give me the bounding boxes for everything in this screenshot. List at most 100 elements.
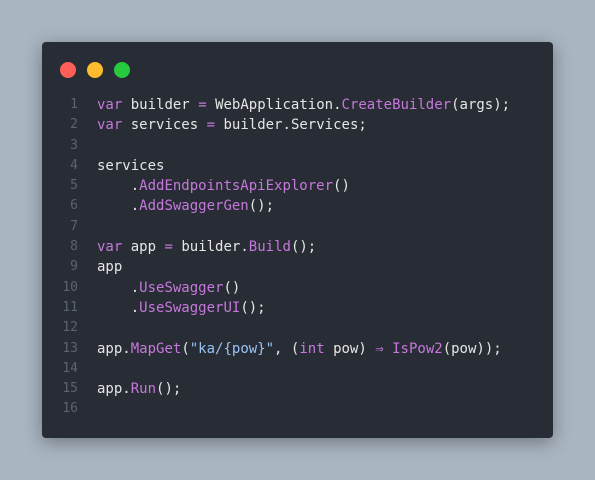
- code-token: app: [97, 381, 123, 398]
- code-line: 5 .AddEndpointsApiExplorer(): [42, 176, 553, 196]
- code-token: builder: [130, 97, 190, 113]
- code-token: (: [181, 340, 190, 357]
- line-number: 12: [62, 320, 78, 336]
- code-token: (pow));: [442, 340, 502, 357]
- code-token: ⇒: [375, 340, 384, 357]
- window-controls: [60, 62, 130, 78]
- code-window: 1 var builder = WebApplication.CreateBuil…: [42, 42, 553, 438]
- code-token: AddSwaggerGen: [139, 198, 249, 215]
- code-token: .: [122, 340, 131, 357]
- code-text: app.Run();: [78, 379, 181, 399]
- code-token: .: [130, 299, 140, 316]
- code-line: 14: [42, 359, 553, 379]
- code-text: .AddSwaggerGen();: [78, 196, 274, 216]
- code-token: CreateBuilder: [341, 97, 452, 113]
- code-token: app: [130, 239, 157, 256]
- code-token: pow: [333, 340, 359, 357]
- code-token: UseSwaggerUI: [139, 299, 241, 316]
- code-text: var builder = WebApplication.CreateBuild…: [78, 95, 510, 115]
- code-line: 13 app.MapGet("ka/{pow}", (int pow) ⇒ IsP…: [42, 339, 553, 359]
- line-number: 13: [62, 340, 78, 356]
- line-number: 1: [70, 97, 78, 112]
- code-token: ();: [156, 381, 182, 398]
- line-number: 11: [62, 299, 78, 315]
- code-line: 1 var builder = WebApplication.CreateBuil…: [42, 95, 553, 115]
- maximize-button[interactable]: [114, 62, 130, 78]
- code-token: .: [333, 97, 342, 113]
- code-text: .UseSwaggerUI();: [78, 298, 266, 318]
- code-token: ();: [248, 198, 275, 215]
- code-line: 4 services: [42, 156, 553, 176]
- code-token: var: [97, 97, 123, 113]
- code-token: , (: [274, 340, 300, 357]
- code-token: var: [97, 117, 123, 134]
- code-text: .AddEndpointsApiExplorer(): [78, 176, 350, 196]
- code-line: 6 .AddSwaggerGen();: [42, 196, 553, 216]
- code-line: 9 app: [42, 257, 553, 277]
- code-editor: 1 var builder = WebApplication.CreateBuil…: [42, 95, 553, 420]
- code-token: =: [198, 97, 207, 113]
- line-number: 2: [70, 117, 78, 133]
- line-number: 14: [62, 360, 78, 376]
- code-token: MapGet: [130, 340, 182, 357]
- line-number: 5: [70, 178, 78, 194]
- code-token: "ka/{pow}": [189, 340, 275, 357]
- code-token: services: [97, 157, 165, 174]
- code-token: builder: [223, 117, 283, 134]
- code-line: 12: [42, 318, 553, 338]
- code-token: app: [97, 340, 123, 357]
- code-token: Run: [130, 381, 157, 398]
- code-token: .: [130, 178, 140, 195]
- code-text: services: [78, 156, 164, 176]
- close-button[interactable]: [60, 62, 76, 78]
- code-token: UseSwagger: [139, 279, 224, 296]
- minimize-button[interactable]: [87, 62, 103, 78]
- code-line: 16: [42, 399, 553, 419]
- code-token: int: [299, 340, 325, 357]
- code-token: ();: [240, 299, 266, 316]
- code-token: =: [164, 239, 173, 256]
- code-text: app.MapGet("ka/{pow}", (int pow) ⇒ IsPow…: [78, 339, 502, 359]
- code-token: ();: [290, 239, 317, 256]
- code-token: (): [223, 279, 241, 296]
- code-token: .: [240, 239, 249, 256]
- code-token: app: [97, 259, 123, 276]
- code-token: =: [206, 117, 216, 134]
- code-text: .UseSwagger(): [78, 278, 241, 298]
- line-number: 6: [70, 198, 78, 214]
- code-line: 15 app.Run();: [42, 379, 553, 399]
- code-line: 7: [42, 217, 553, 237]
- code-token: (): [333, 178, 350, 195]
- code-token: .: [130, 279, 140, 296]
- code-token: Services: [290, 117, 359, 134]
- code-text: app: [78, 257, 122, 277]
- line-number: 9: [70, 259, 78, 275]
- line-number: 10: [62, 279, 78, 295]
- code-text: var app = builder.Build();: [78, 237, 316, 257]
- code-token: .: [122, 381, 131, 398]
- line-number: 8: [70, 239, 78, 255]
- code-line: 10 .UseSwagger(): [42, 278, 553, 298]
- code-line: 3: [42, 136, 553, 156]
- code-token: WebApplication: [215, 97, 334, 113]
- line-number: 16: [62, 401, 78, 417]
- code-token: Build: [248, 239, 291, 256]
- line-number: 7: [70, 218, 78, 234]
- code-token: ;: [358, 117, 367, 134]
